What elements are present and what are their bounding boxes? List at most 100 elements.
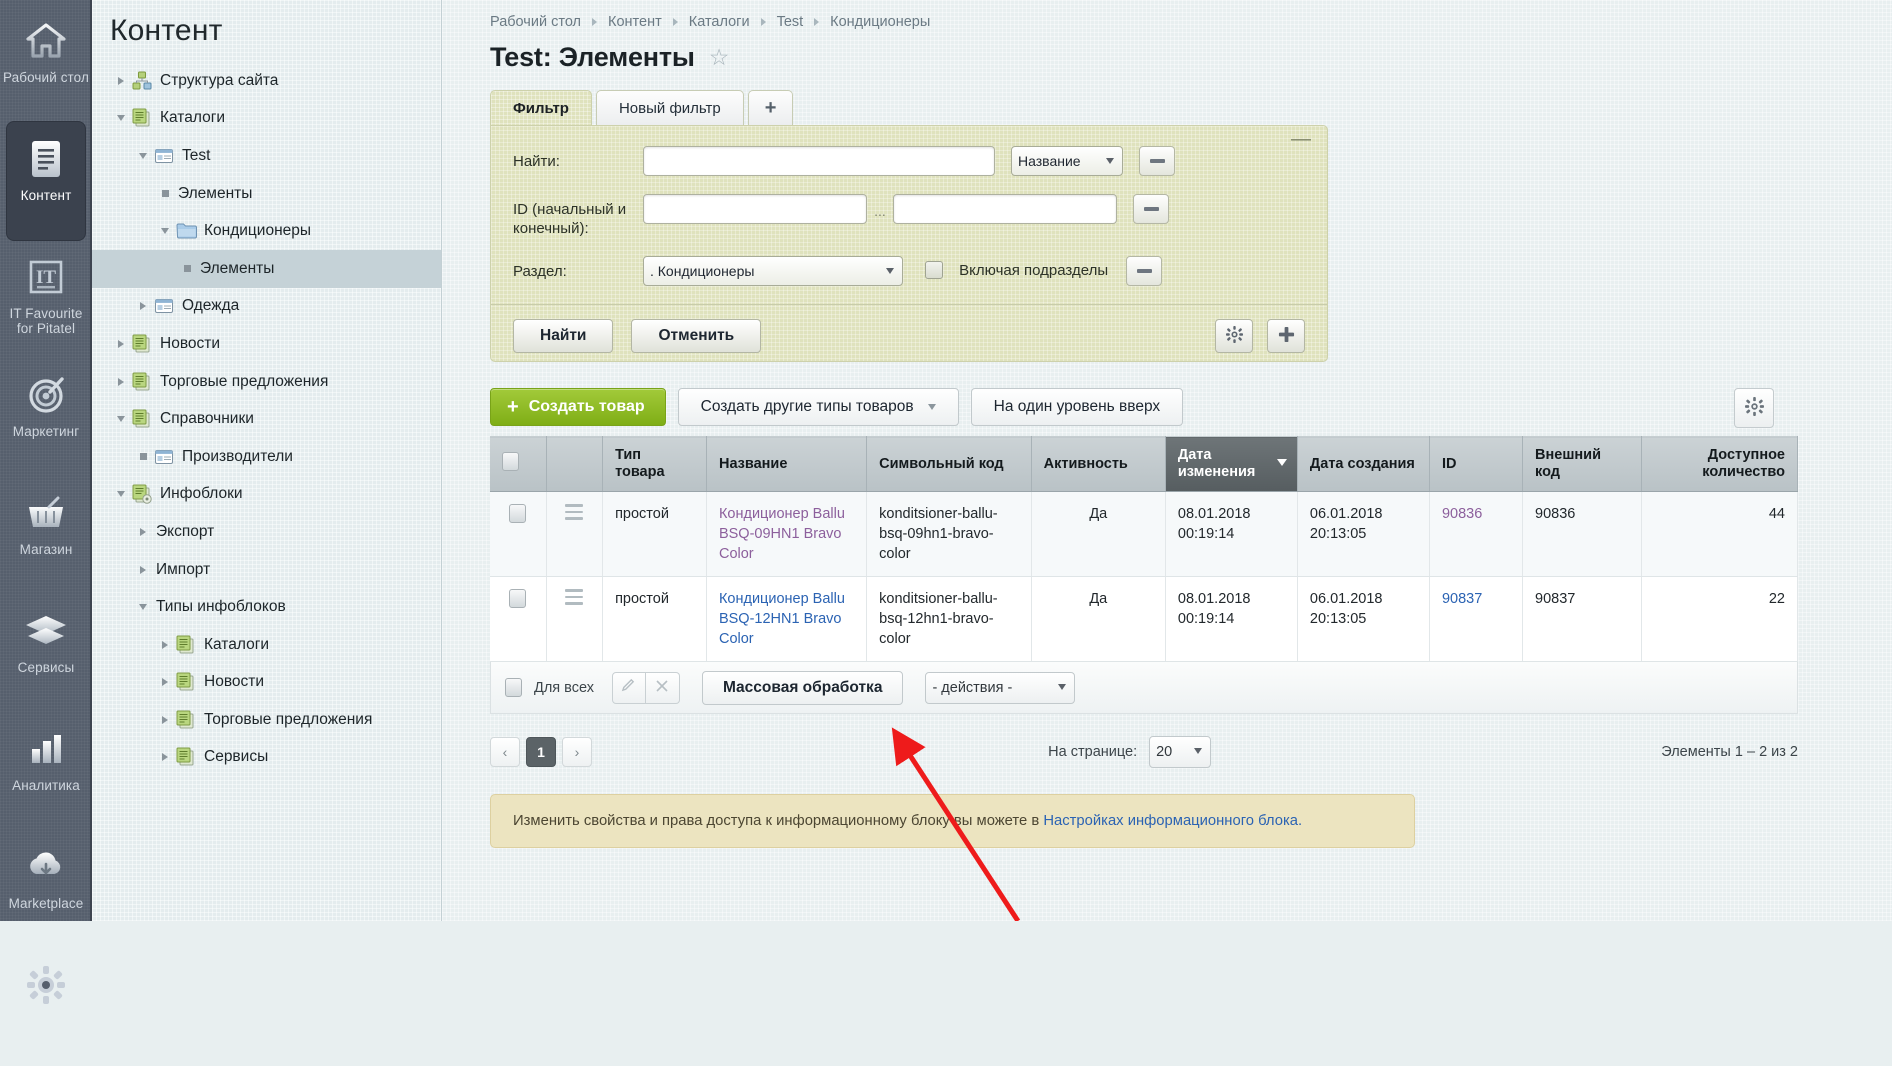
row-checkbox[interactable] xyxy=(509,504,526,523)
per-page-select[interactable]: 20 xyxy=(1149,736,1211,768)
sidebar-item-7[interactable]: Одежда xyxy=(92,288,441,326)
chevron-right-icon[interactable] xyxy=(154,678,176,686)
sidebar-item-11[interactable]: Производители xyxy=(92,438,441,476)
product-id-link[interactable]: 90836 xyxy=(1442,506,1482,522)
sidebar-item-6[interactable]: Элементы xyxy=(92,250,441,288)
table-header-active[interactable]: Активность xyxy=(1031,437,1165,492)
search-input[interactable] xyxy=(643,146,995,176)
chevron-right-icon[interactable] xyxy=(110,77,132,85)
table-header-xml_id[interactable]: Внешний код xyxy=(1523,437,1642,492)
sidebar-item-19[interactable]: Сервисы xyxy=(92,739,441,777)
sidebar-item-9[interactable]: Торговые предложения xyxy=(92,363,441,401)
sidebar-item-17[interactable]: Новости xyxy=(92,664,441,702)
sidebar-item-10[interactable]: Справочники xyxy=(92,400,441,438)
breadcrumb-link-4[interactable]: Test xyxy=(777,14,804,30)
chevron-down-icon[interactable] xyxy=(110,115,132,121)
tab-new-filter[interactable]: Новый фильтр xyxy=(596,90,744,125)
prev-page-button[interactable]: ‹ xyxy=(490,737,520,767)
row-actions-menu-icon[interactable] xyxy=(565,589,583,609)
sidebar-item-2[interactable]: Каталоги xyxy=(92,100,441,138)
level-up-button[interactable]: На один уровень вверх xyxy=(971,388,1184,426)
breadcrumb-link-2[interactable]: Контент xyxy=(608,14,662,30)
collapse-filter-button[interactable]: — xyxy=(1291,134,1311,144)
select-all-checkbox[interactable] xyxy=(505,678,522,697)
star-icon[interactable]: ☆ xyxy=(709,46,730,69)
remove-filter-row-button[interactable] xyxy=(1139,146,1175,176)
breadcrumb-link-3[interactable]: Каталоги xyxy=(689,14,750,30)
sidebar-item-18[interactable]: Торговые предложения xyxy=(92,701,441,739)
mass-processing-button[interactable]: Массовая обработка xyxy=(702,671,903,705)
save-filter-button[interactable] xyxy=(1267,319,1305,353)
page-1-button[interactable]: 1 xyxy=(526,737,556,767)
sidebar-item-13[interactable]: Экспорт xyxy=(92,513,441,551)
nav-item-it-favourite[interactable]: IT IT Favourite for Pitatel xyxy=(0,240,92,358)
product-name-link[interactable]: Кондиционер Ballu BSQ-09HN1 Bravo Color xyxy=(719,506,845,562)
nav-item-settings[interactable] xyxy=(0,948,92,1066)
cancel-button[interactable]: Отменить xyxy=(631,319,761,353)
create-product-button[interactable]: + Создать товар xyxy=(490,388,666,426)
chevron-right-icon[interactable] xyxy=(110,340,132,348)
breadcrumb-link-1[interactable]: Рабочий стол xyxy=(490,14,581,30)
chevron-down-icon[interactable] xyxy=(132,604,154,610)
row-checkbox[interactable] xyxy=(509,589,526,608)
sidebar-item-4[interactable]: Элементы xyxy=(92,175,441,213)
table-header-type[interactable]: Тип товара xyxy=(603,437,707,492)
product-id-link[interactable]: 90837 xyxy=(1442,591,1482,607)
chevron-down-icon[interactable] xyxy=(154,228,176,234)
next-page-button[interactable]: › xyxy=(562,737,592,767)
id-from-input[interactable] xyxy=(643,194,867,224)
select-all-rows-checkbox[interactable] xyxy=(502,452,519,471)
search-button[interactable]: Найти xyxy=(513,319,613,353)
actions-select[interactable]: - действия - xyxy=(925,672,1075,704)
sidebar-item-14[interactable]: Импорт xyxy=(92,551,441,589)
grid-settings-button[interactable] xyxy=(1734,388,1774,428)
section-select[interactable]: . Кондиционеры xyxy=(643,256,903,286)
tab-filter[interactable]: Фильтр xyxy=(490,90,592,125)
sidebar-item-15[interactable]: Типы инфоблоков xyxy=(92,588,441,626)
nav-item-marketplace[interactable]: Marketplace xyxy=(0,830,92,948)
sidebar-item-8[interactable]: Новости xyxy=(92,325,441,363)
add-filter-tab-button[interactable]: + xyxy=(748,90,794,125)
chevron-right-icon[interactable] xyxy=(154,753,176,761)
product-name-link[interactable]: Кондиционер Ballu BSQ-12HN1 Bravo Color xyxy=(719,591,845,647)
sidebar-item-16[interactable]: Каталоги xyxy=(92,626,441,664)
table-header-id[interactable]: ID xyxy=(1429,437,1522,492)
chevron-right-icon[interactable] xyxy=(110,378,132,386)
table-header-code[interactable]: Символьный код xyxy=(867,437,1032,492)
chevron-right-icon[interactable] xyxy=(154,641,176,649)
table-header-created[interactable]: Дата создания xyxy=(1297,437,1429,492)
filter-settings-button[interactable] xyxy=(1215,319,1253,353)
chevron-right-icon[interactable] xyxy=(132,302,154,310)
delete-selected-button[interactable] xyxy=(646,672,680,704)
table-header-modified[interactable]: Дата изменения xyxy=(1165,437,1297,492)
nav-item-marketing[interactable]: Маркетинг xyxy=(0,358,92,476)
id-to-input[interactable] xyxy=(893,194,1117,224)
chevron-right-icon[interactable] xyxy=(132,528,154,536)
chevron-down-icon[interactable] xyxy=(132,153,154,159)
nav-item-shop[interactable]: Магазин xyxy=(0,476,92,594)
row-actions-menu-icon[interactable] xyxy=(565,504,583,524)
table-header-menu[interactable] xyxy=(546,437,602,492)
edit-selected-button[interactable] xyxy=(612,672,646,704)
search-field-select[interactable]: Название xyxy=(1011,146,1123,176)
nav-item-services[interactable]: Сервисы xyxy=(0,594,92,712)
create-other-types-button[interactable]: Создать другие типы товаров xyxy=(678,388,959,426)
nav-item-desktop[interactable]: Рабочий стол xyxy=(0,4,92,122)
sidebar-item-12[interactable]: Инфоблоки xyxy=(92,476,441,514)
nav-item-analytics[interactable]: Аналитика xyxy=(0,712,92,830)
sidebar-item-1[interactable]: Структура сайта xyxy=(92,62,441,100)
sidebar-item-5[interactable]: Кондиционеры xyxy=(92,212,441,250)
chevron-down-icon[interactable] xyxy=(110,491,132,497)
include-subsections-checkbox[interactable] xyxy=(925,261,943,279)
remove-filter-row-button[interactable] xyxy=(1133,194,1169,224)
table-header-check[interactable] xyxy=(490,437,546,492)
iblock-settings-link[interactable]: Настройках информационного блока. xyxy=(1043,813,1302,829)
table-header-name[interactable]: Название xyxy=(706,437,866,492)
nav-item-content[interactable]: Контент xyxy=(7,122,85,240)
chevron-down-icon[interactable] xyxy=(110,416,132,422)
sidebar-item-3[interactable]: Test xyxy=(92,137,441,175)
chevron-right-icon[interactable] xyxy=(154,716,176,724)
chevron-right-icon[interactable] xyxy=(132,566,154,574)
table-header-qty[interactable]: Доступное количество xyxy=(1642,437,1798,492)
remove-filter-row-button[interactable] xyxy=(1126,256,1162,286)
